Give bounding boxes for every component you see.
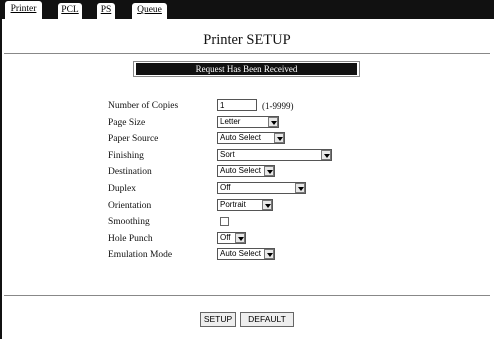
copies-range-hint: (1-9999) bbox=[262, 101, 294, 111]
paper-source-label: Paper Source bbox=[108, 134, 159, 144]
tab-ps[interactable]: PS bbox=[97, 3, 115, 19]
hole-punch-label: Hole Punch bbox=[108, 234, 153, 244]
copies-input[interactable] bbox=[217, 99, 257, 111]
page-size-label: Page Size bbox=[108, 118, 146, 128]
duplex-select[interactable]: Off bbox=[217, 182, 306, 194]
page-size-select[interactable]: Letter bbox=[217, 116, 279, 128]
page-size-value: Letter bbox=[220, 117, 241, 126]
emulation-mode-select[interactable]: Auto Select bbox=[217, 248, 275, 260]
hole-punch-value: Off bbox=[220, 233, 231, 242]
status-message: Request Has Been Received bbox=[136, 63, 357, 75]
smoothing-checkbox[interactable] bbox=[220, 217, 229, 226]
tab-printer[interactable]: Printer bbox=[5, 1, 42, 19]
chevron-down-icon[interactable] bbox=[235, 233, 245, 243]
paper-source-value: Auto Select bbox=[220, 133, 261, 142]
emulation-mode-label: Emulation Mode bbox=[108, 250, 173, 260]
duplex-label: Duplex bbox=[108, 184, 136, 194]
hole-punch-select[interactable]: Off bbox=[217, 232, 246, 244]
orientation-value: Portrait bbox=[220, 200, 246, 209]
tab-pcl[interactable]: PCL bbox=[58, 3, 82, 19]
finishing-select[interactable]: Sort bbox=[217, 149, 332, 161]
chevron-down-icon[interactable] bbox=[264, 166, 274, 176]
finishing-label: Finishing bbox=[108, 151, 144, 161]
smoothing-label: Smoothing bbox=[108, 217, 150, 227]
finishing-value: Sort bbox=[220, 150, 235, 159]
chevron-down-icon[interactable] bbox=[274, 133, 284, 143]
copies-label: Number of Copies bbox=[108, 101, 179, 111]
destination-value: Auto Select bbox=[220, 166, 261, 175]
destination-label: Destination bbox=[108, 167, 152, 177]
duplex-value: Off bbox=[220, 183, 231, 192]
divider-bottom bbox=[4, 295, 490, 296]
chevron-down-icon[interactable] bbox=[321, 150, 331, 160]
chevron-down-icon[interactable] bbox=[268, 117, 278, 127]
destination-select[interactable]: Auto Select bbox=[217, 165, 275, 177]
page-title: Printer SETUP bbox=[203, 32, 291, 48]
chevron-down-icon[interactable] bbox=[264, 249, 274, 259]
orientation-label: Orientation bbox=[108, 201, 152, 211]
tab-queue[interactable]: Queue bbox=[132, 3, 167, 19]
paper-source-select[interactable]: Auto Select bbox=[217, 132, 285, 144]
default-button[interactable]: DEFAULT bbox=[240, 312, 294, 327]
orientation-select[interactable]: Portrait bbox=[217, 199, 273, 211]
setup-button[interactable]: SETUP bbox=[200, 312, 236, 327]
status-banner: Request Has Been Received bbox=[133, 61, 360, 77]
divider-top bbox=[4, 53, 490, 54]
emulation-mode-value: Auto Select bbox=[220, 249, 261, 258]
chevron-down-icon[interactable] bbox=[262, 200, 272, 210]
chevron-down-icon[interactable] bbox=[295, 183, 305, 193]
